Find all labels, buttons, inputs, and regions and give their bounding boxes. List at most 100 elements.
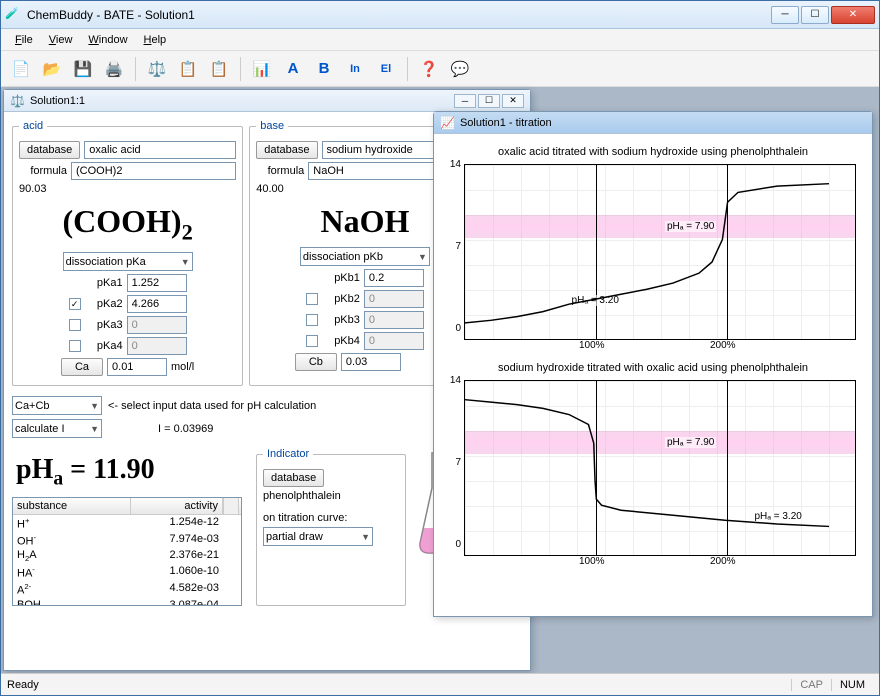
db-a-icon[interactable]: A [279,55,307,83]
balance-icon: ⚖️ [10,94,25,108]
activity-row[interactable]: A2-4.582e-03 [13,581,241,598]
status-ready: Ready [7,679,39,691]
acid-name-input[interactable] [84,141,236,159]
base-pk2-label: pKb2 [322,293,360,305]
activity-row[interactable]: H2A2.376e-21 [13,548,241,564]
chevron-down-icon: ▼ [90,424,99,434]
page1-icon[interactable]: 📋 [174,55,202,83]
input-data-select[interactable]: Ca+Cb▼ [12,396,102,415]
activity-row[interactable]: BOH3.087e-04 [13,598,241,605]
base-pk2-checkbox[interactable] [306,293,318,305]
db-b-icon[interactable]: B [310,55,338,83]
menu-help[interactable]: Help [136,31,175,49]
acid-pk2-checkbox[interactable]: ✓ [69,298,81,310]
status-cap: CAP [791,679,831,691]
acid-pk4-input [127,337,187,355]
chevron-down-icon: ▼ [418,252,427,262]
acid-ca-input[interactable] [107,358,167,376]
chart2-title: sodium hydroxide titrated with oxalic ac… [446,362,860,374]
menu-bar: File View Window Help [1,29,879,51]
activity-header-substance[interactable]: substance [13,498,131,514]
base-pk3-checkbox[interactable] [306,314,318,326]
child1-close[interactable]: ✕ [502,94,524,108]
indicator-name: phenolphthalein [263,490,341,502]
chart1-title: oxalic acid titrated with sodium hydroxi… [446,146,860,158]
child1-maximize[interactable]: ☐ [478,94,500,108]
indicator-legend: Indicator [263,448,313,460]
activity-row[interactable]: OH-7.974e-03 [13,532,241,549]
base-pk3-label: pKb3 [322,314,360,326]
status-num: NUM [831,679,873,691]
acid-legend: acid [19,120,47,132]
chevron-down-icon: ▼ [90,401,99,411]
main-title-bar: 🧪 ChemBuddy - BATE - Solution1 ─ ☐ ✕ [1,1,879,29]
chart1: pHₐ = 7.90pHₐ = 3.20 [464,164,856,340]
acid-ca-button[interactable]: Ca [61,358,103,376]
window-title: ChemBuddy - BATE - Solution1 [27,8,771,22]
acid-pk1-input[interactable] [127,274,187,292]
close-button[interactable]: ✕ [831,6,875,24]
base-dissociation-select[interactable]: dissociation pKb▼ [300,247,430,266]
acid-database-button[interactable]: database [19,141,80,159]
save-icon[interactable]: 💾 [69,55,97,83]
child2-title: Solution1 - titration [460,117,552,129]
activity-header-activity[interactable]: activity [131,498,223,514]
app-icon: 🧪 [5,7,21,23]
print-icon[interactable]: 🖨️ [100,55,128,83]
base-cb-button[interactable]: Cb [295,353,337,371]
acid-pk4-label: pKa4 [85,340,123,352]
base-pk4-checkbox[interactable] [306,335,318,347]
open-icon[interactable]: 📂 [38,55,66,83]
info-icon[interactable]: 💬 [446,55,474,83]
acid-formula-display: (COOH)2 [19,195,236,249]
menu-window[interactable]: Window [80,31,135,49]
base-pk1-label: pKb1 [322,272,360,284]
chart2: pHₐ = 7.90pHₐ = 3.20 [464,380,856,556]
acid-pk3-checkbox[interactable] [69,319,81,331]
menu-view[interactable]: View [41,31,81,49]
acid-formula-label: formula [19,165,67,177]
acid-pk2-input[interactable] [127,295,187,313]
chevron-down-icon: ▼ [361,532,370,542]
base-pk1-input[interactable] [364,269,424,287]
acid-mw: 90.03 [19,183,236,195]
indicator-database-button[interactable]: database [263,469,324,487]
maximize-button[interactable]: ☐ [801,6,829,24]
db-in-icon[interactable]: In [341,55,369,83]
indicator-curve-label: on titration curve: [263,512,347,524]
ionic-strength-value: I = 0.03969 [158,423,213,435]
acid-formula-input[interactable] [71,162,236,180]
acid-pk3-label: pKa3 [85,319,123,331]
base-pk4-label: pKb4 [322,335,360,347]
chevron-down-icon: ▼ [181,257,190,267]
csv-icon[interactable]: 📊 [248,55,276,83]
base-database-button[interactable]: database [256,141,317,159]
acid-pk2-label: pKa2 [85,298,123,310]
acid-dissociation-select[interactable]: dissociation pKa▼ [63,252,193,271]
child2-title-bar: 📈 Solution1 - titration [434,112,872,134]
child1-minimize[interactable]: ─ [454,94,476,108]
new-icon[interactable]: 📄 [7,55,35,83]
page2-icon[interactable]: 📋 [205,55,233,83]
acid-pk4-checkbox[interactable] [69,340,81,352]
help-icon[interactable]: ❓ [415,55,443,83]
activity-row[interactable]: HA-1.060e-10 [13,564,241,581]
base-pk2-input [364,290,424,308]
toolbar: 📄 📂 💾 🖨️ ⚖️ 📋 📋 📊 A B In El ❓ 💬 [1,51,879,87]
calculate-select[interactable]: calculate I▼ [12,419,102,438]
acid-group: acid database formula 90.03 (COOH)2 diss… [12,120,243,386]
activity-row[interactable]: H+1.254e-12 [13,515,241,532]
indicator-curve-select[interactable]: partial draw▼ [263,527,373,546]
base-cb-input[interactable] [341,353,401,371]
db-el-icon[interactable]: El [372,55,400,83]
acid-pk1-label: pKa1 [85,277,123,289]
activity-rows[interactable]: H+1.254e-12OH-7.974e-03H2A2.376e-21HA-1.… [13,515,241,605]
base-formula-label: formula [256,165,304,177]
menu-file[interactable]: File [7,31,41,49]
acid-pk3-input [127,316,187,334]
chart-icon: 📈 [440,116,455,130]
base-pk3-input [364,311,424,329]
base-pk4-input [364,332,424,350]
minimize-button[interactable]: ─ [771,6,799,24]
balance-icon[interactable]: ⚖️ [143,55,171,83]
